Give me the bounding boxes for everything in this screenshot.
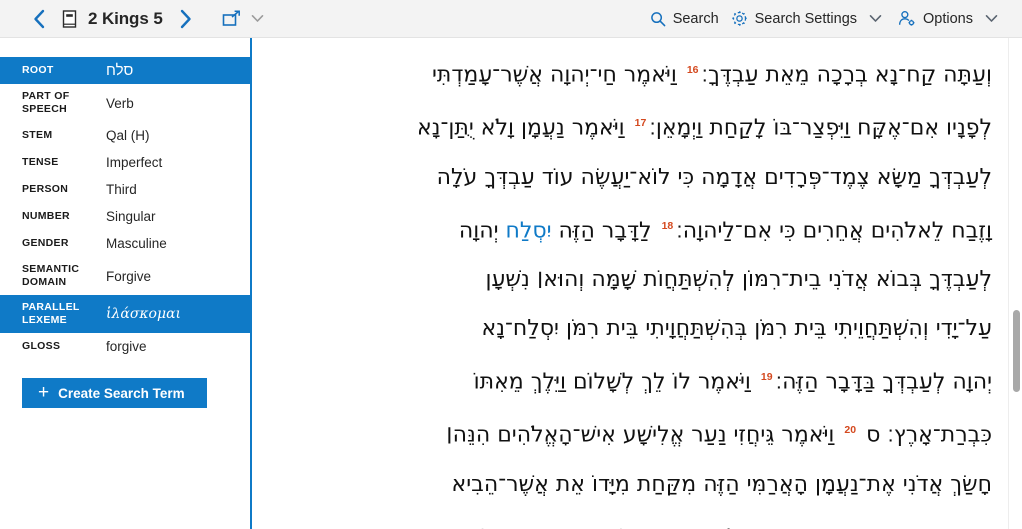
popout-chevron-down-icon[interactable]: [247, 4, 269, 34]
analysis-row-value: Third: [106, 182, 137, 197]
analysis-row-value: Qal (H): [106, 128, 150, 143]
text-segment[interactable]: עַל־יָדִי וְהִשְׁתַּחֲוֵיתִי בֵּית רִמֹּ…: [481, 316, 992, 341]
vertical-scrollbar[interactable]: [1008, 38, 1022, 529]
book-icon: [56, 4, 82, 34]
text-line[interactable]: לְפָנָיו אִם־אֶקָּח וַיִּפְצַר־בּוֹ לָקַ…: [280, 99, 992, 152]
search-button[interactable]: Search: [644, 4, 725, 34]
text-segment[interactable]: לְפָנָיו אִם־אֶקָּח וַיִּפְצַר־בּוֹ לָקַ…: [649, 116, 992, 141]
analysis-row-key: PARALLEL LEXEME: [22, 301, 80, 326]
text-segment[interactable]: חָשַׂךְ אֲדֹנִי אֶת־נַעֲמָן הָאֲרַמִּי ה…: [451, 472, 992, 497]
analysis-row-value: Imperfect: [106, 155, 163, 170]
text-segment[interactable]: וָזֶבַח לֵאלֹהִים אֲחֵרִים כִּי אִם־לַיה…: [676, 218, 992, 243]
text-line[interactable]: עַל־יָדִי וְהִשְׁתַּחֲוֵיתִי בֵּית רִמֹּ…: [280, 304, 992, 353]
analysis-row-number[interactable]: NUMBER Singular: [0, 203, 252, 230]
analysis-row-value: סלח: [106, 62, 134, 79]
search-settings-label: Search Settings: [754, 10, 858, 27]
analysis-row-value: Verb: [106, 95, 134, 111]
analysis-row-key: GLOSS: [22, 340, 61, 352]
analysis-row-key: STEM: [22, 129, 53, 141]
verse-number[interactable]: 16: [684, 64, 702, 76]
create-search-term-wrap: + Create Search Term: [0, 360, 250, 408]
search-settings-button[interactable]: Search Settings: [725, 4, 892, 34]
text-line[interactable]: כִּבְרַת־אָרֶץ׃ ס 20 וַיֹּאמֶר גֵּיחֲזִי…: [280, 406, 992, 459]
text-segment[interactable]: וַיֹּאמֶר חַי־יְהוָה אֲשֶׁר־עָמַדְתִּי: [432, 62, 684, 87]
text-line[interactable]: חָשַׂךְ אֲדֹנִי אֶת־נַעֲמָן הָאֲרַמִּי ה…: [280, 460, 992, 509]
verse-number[interactable]: 20: [841, 424, 859, 436]
magnifier-icon: [650, 11, 666, 27]
analysis-row-part-of-speech[interactable]: PART OF SPEECH Verb: [0, 84, 252, 122]
analysis-row-value: forgive: [106, 339, 147, 354]
text-segment[interactable]: וְעַתָּה קַח־נָא בְרָכָה מֵאֵת עַבְדֶּךָ…: [702, 62, 993, 87]
plus-icon: +: [38, 381, 50, 403]
create-search-term-label: Create Search Term: [58, 385, 185, 401]
verse-number[interactable]: 18: [659, 220, 677, 232]
text-segment[interactable]: לְעַבְדְּךָ מַשָּׂא צֶמֶד־פְּרָדִים אֲדָ…: [437, 165, 992, 190]
vertical-scroll-thumb[interactable]: [1013, 310, 1020, 392]
text-line[interactable]: לְעַבְדְּךָ מַשָּׂא צֶמֶד־פְּרָדִים אֲדָ…: [280, 153, 992, 202]
analysis-row-key: SEMANTIC DOMAIN: [22, 263, 80, 288]
create-search-term-button[interactable]: + Create Search Term: [22, 378, 207, 408]
toolbar-right-group: Search Search Settings Options: [644, 4, 1022, 34]
text-segment[interactable]: לַדָּבָר הַזֶּה: [552, 218, 659, 243]
passage-reference[interactable]: 2 Kings 5: [86, 9, 169, 29]
analysis-row-root[interactable]: ROOT סלח: [0, 57, 252, 84]
verse-number[interactable]: 17: [632, 117, 650, 129]
verse-number[interactable]: 19: [758, 371, 776, 383]
analysis-row-value: Singular: [106, 209, 156, 224]
analysis-row-key: ROOT: [22, 64, 54, 76]
text-segment[interactable]: וַיֹּאמֶר נַעֲמָן וָלֹא יֻתַּן־נָא: [417, 116, 632, 141]
text-segment[interactable]: וַיֹּאמֶר לוֹ לֵךְ לְשָׁלוֹם וַיֵּלֶךְ מ…: [474, 369, 758, 394]
selected-word[interactable]: יִסְלַח: [505, 218, 551, 243]
analysis-row-stem[interactable]: STEM Qal (H): [0, 122, 252, 149]
text-segment[interactable]: וַיִּרְדֹּף: [468, 525, 524, 529]
text-segment[interactable]: וַיֹּאמֶר גֵּיחֲזִי נַעַר אֱלִישָׁע אִיש…: [446, 423, 841, 448]
analysis-row-gender[interactable]: GENDER Masculine: [0, 230, 252, 257]
gear-icon: [731, 10, 748, 27]
text-segment[interactable]: חַי־יְהוָה כִּי־אִם־רַצְתִּי אַחֲרָיו וְ…: [542, 525, 992, 529]
analysis-row-key: PART OF SPEECH: [22, 90, 70, 115]
analysis-row-tense[interactable]: TENSE Imperfect: [0, 149, 252, 176]
text-line[interactable]: וְעַתָּה קַח־נָא בְרָכָה מֵאֵת עַבְדֶּךָ…: [280, 46, 992, 99]
bible-text-pane[interactable]: וְעַתָּה קַח־נָא בְרָכָה מֵאֵת עַבְדֶּךָ…: [254, 38, 1022, 529]
person-settings-icon: [898, 10, 916, 27]
search-label: Search: [672, 10, 719, 27]
text-line[interactable]: לְעַבְדֶּךָ בְּבוֹא אֲדֹנִי בֵית־רִמּוֹן…: [280, 255, 992, 304]
word-analysis-panel: ROOT סלח PART OF SPEECH Verb STEM Qal (H) TENS…: [0, 38, 252, 529]
analysis-row-value: Forgive: [106, 268, 152, 284]
open-in-new-window-icon[interactable]: [217, 4, 247, 34]
verse-number[interactable]: 21: [524, 527, 542, 529]
analysis-row-value: Masculine: [106, 236, 167, 251]
analysis-row-gloss[interactable]: GLOSS forgive: [0, 333, 252, 360]
analysis-row-key: PERSON: [22, 183, 69, 195]
analysis-row-parallel-lexeme[interactable]: PARALLEL LEXEME ἱλάσκομαι: [0, 295, 252, 333]
analysis-row-key: GENDER: [22, 237, 69, 249]
search-settings-chevron-down-icon[interactable]: [864, 4, 886, 34]
text-line[interactable]: יְהוָה לְעַבְדְּךָ בַּדָּבָר הַזֶּה׃19 ו…: [280, 353, 992, 406]
top-toolbar: 2 Kings 5 Search Search Settings Options: [0, 0, 1022, 38]
back-button[interactable]: [22, 4, 56, 34]
options-button[interactable]: Options: [892, 4, 1008, 34]
text-segment[interactable]: לְעַבְדֶּךָ בְּבוֹא אֲדֹנִי בֵית־רִמּוֹן…: [485, 267, 992, 292]
text-segment[interactable]: יְהוָה לְעַבְדְּךָ בַּדָּבָר הַזֶּה׃: [776, 369, 992, 394]
word-analysis-table: ROOT סלח PART OF SPEECH Verb STEM Qal (H) TENS…: [0, 57, 252, 360]
text-segment[interactable]: יְהוָה: [459, 218, 506, 243]
options-chevron-down-icon[interactable]: [980, 4, 1002, 34]
options-label: Options: [923, 10, 973, 27]
analysis-row-person[interactable]: PERSON Third: [0, 176, 252, 203]
text-segment[interactable]: כִּבְרַת־אָרֶץ׃ ס: [859, 423, 992, 448]
text-line[interactable]: חַי־יְהוָה כִּי־אִם־רַצְתִּי אַחֲרָיו וְ…: [280, 509, 992, 529]
analysis-row-semantic-domain[interactable]: SEMANTIC DOMAIN Forgive: [0, 257, 252, 295]
analysis-row-key: NUMBER: [22, 210, 70, 222]
text-line[interactable]: וָזֶבַח לֵאלֹהִים אֲחֵרִים כִּי אִם־לַיה…: [280, 202, 992, 255]
forward-button[interactable]: [169, 4, 203, 34]
analysis-row-key: TENSE: [22, 156, 59, 168]
toolbar-left-group: 2 Kings 5: [0, 4, 269, 34]
bible-study-window: 2 Kings 5 Search Search Settings Options…: [0, 0, 1022, 529]
analysis-row-value: ἱλάσκομαι: [106, 306, 182, 322]
